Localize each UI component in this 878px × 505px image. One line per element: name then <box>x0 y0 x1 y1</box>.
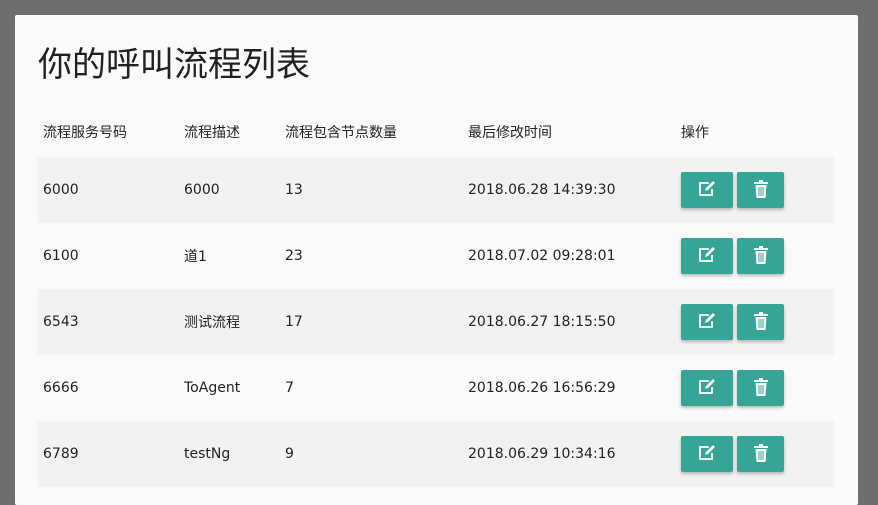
col-number: 流程服务号码 <box>43 125 127 141</box>
trash-icon <box>753 311 768 333</box>
cell-actions <box>675 355 834 421</box>
cell-actions <box>675 421 834 487</box>
flow-table: 流程服务号码 流程描述 流程包含节点数量 最后修改时间 操作 6000 6000… <box>37 107 834 487</box>
cell-nodes: 7 <box>285 380 294 396</box>
table-row: 6100 道1 23 2018.07.02 09:28:01 <box>37 223 834 289</box>
cell-modified: 2018.07.02 09:28:01 <box>468 248 616 264</box>
edit-icon <box>697 180 717 201</box>
table-row: 6789 testNg 9 2018.06.29 10:34:16 <box>37 421 834 487</box>
cell-number: 6100 <box>43 248 79 264</box>
table-row: 6543 测试流程 17 2018.06.27 18:15:50 <box>37 289 834 355</box>
cell-number: 6000 <box>43 182 79 198</box>
cell-desc: 道1 <box>184 249 207 265</box>
edit-icon <box>697 246 717 267</box>
cell-desc: 6000 <box>184 182 220 198</box>
cell-desc: 测试流程 <box>184 315 240 331</box>
cell-nodes: 13 <box>285 182 303 198</box>
cell-desc: ToAgent <box>184 380 241 396</box>
cell-number: 6666 <box>43 380 79 396</box>
cell-actions <box>675 157 834 223</box>
edit-button[interactable] <box>681 238 733 274</box>
edit-button[interactable] <box>681 370 733 406</box>
table-row: 6666 ToAgent 7 2018.06.26 16:56:29 <box>37 355 834 421</box>
cell-modified: 2018.06.28 14:39:30 <box>468 182 616 198</box>
edit-button[interactable] <box>681 304 733 340</box>
delete-button[interactable] <box>737 238 784 274</box>
col-desc: 流程描述 <box>184 125 240 141</box>
flow-list-dialog: 你的呼叫流程列表 流程服务号码 流程描述 流程包含节点数量 最后修改时间 操作 … <box>15 15 858 505</box>
edit-button[interactable] <box>681 436 733 472</box>
delete-button[interactable] <box>737 172 784 208</box>
cell-nodes: 9 <box>285 446 294 462</box>
cell-number: 6543 <box>43 314 79 330</box>
cell-modified: 2018.06.29 10:34:16 <box>468 446 616 462</box>
cell-number: 6789 <box>43 446 79 462</box>
delete-button[interactable] <box>737 370 784 406</box>
cell-modified: 2018.06.26 16:56:29 <box>468 380 616 396</box>
edit-icon <box>697 312 717 333</box>
trash-icon <box>753 179 768 201</box>
delete-button[interactable] <box>737 436 784 472</box>
page-title: 你的呼叫流程列表 <box>38 45 310 85</box>
col-actions: 操作 <box>681 125 709 141</box>
edit-button[interactable] <box>681 172 733 208</box>
cell-desc: testNg <box>184 446 231 462</box>
trash-icon <box>753 245 768 267</box>
col-nodes: 流程包含节点数量 <box>285 125 397 141</box>
table-row: 6000 6000 13 2018.06.28 14:39:30 <box>37 157 834 223</box>
cell-actions <box>675 223 834 289</box>
edit-icon <box>697 378 717 399</box>
edit-icon <box>697 444 717 465</box>
cell-nodes: 23 <box>285 248 303 264</box>
cell-nodes: 17 <box>285 314 303 330</box>
delete-button[interactable] <box>737 304 784 340</box>
cell-actions <box>675 289 834 355</box>
trash-icon <box>753 377 768 399</box>
trash-icon <box>753 443 768 465</box>
col-modified: 最后修改时间 <box>468 125 552 141</box>
cell-modified: 2018.06.27 18:15:50 <box>468 314 616 330</box>
